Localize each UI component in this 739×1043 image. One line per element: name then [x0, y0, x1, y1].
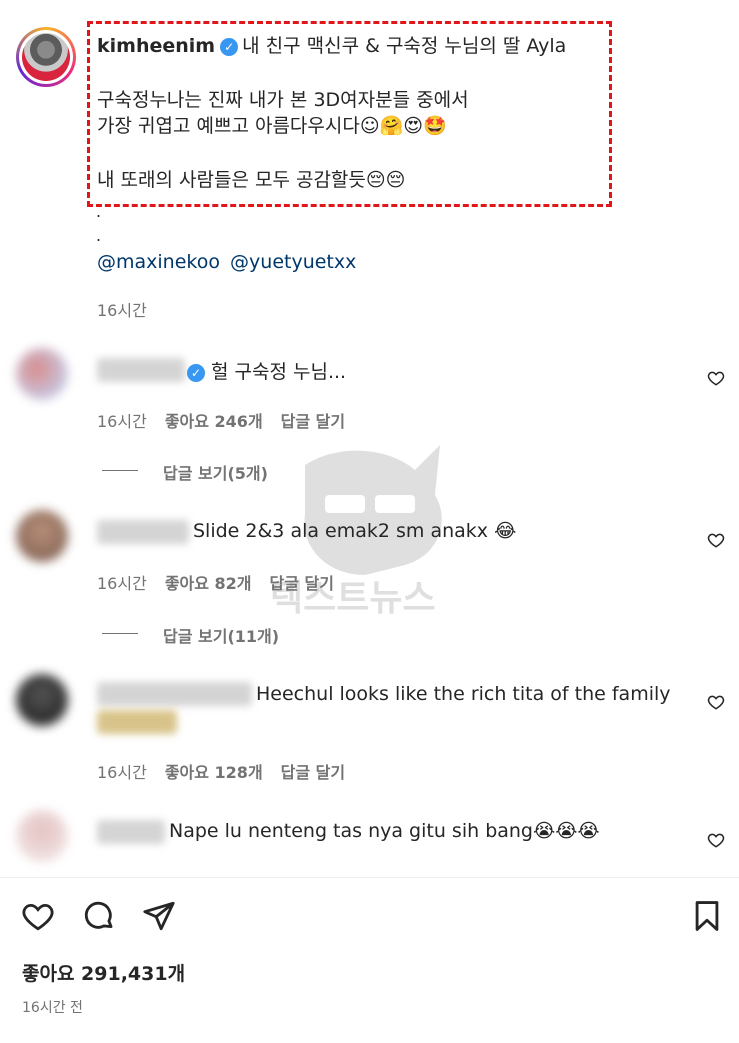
mention-link[interactable]: @yuetyuetxx: [230, 251, 356, 273]
comment-text-blurred: [97, 710, 177, 734]
bookmark-icon[interactable]: [690, 899, 724, 933]
footer-divider: [0, 877, 739, 878]
comment-avatar[interactable]: [16, 810, 68, 862]
comment-time[interactable]: 16시간: [97, 763, 147, 782]
comment-like-heart-icon[interactable]: [707, 693, 725, 711]
reply-button[interactable]: 답글 달기: [270, 574, 334, 593]
caption-line-3: 가장 귀엽고 예쁘고 아름다우시다☺🤗😍🤩: [97, 115, 447, 137]
comment-avatar[interactable]: [16, 348, 68, 400]
comment-body: Nape lu nenteng tas nya gitu sih bang😭😭😭: [169, 820, 600, 842]
share-icon[interactable]: [142, 899, 176, 933]
caption-line-4: 내 또래의 사람들은 모두 공감할듯😔😔: [97, 169, 406, 191]
comment-time[interactable]: 16시간: [97, 574, 147, 593]
comment-meta: 16시간 좋아요 128개 답글 달기: [97, 759, 345, 783]
post-author-username[interactable]: kimheenim: [97, 35, 215, 57]
post-author-avatar[interactable]: [16, 27, 76, 87]
comment-body: Heechul looks like the rich tita of the …: [256, 683, 671, 705]
caption-line-2: 구숙정누나는 진짜 내가 본 3D여자분들 중에서: [97, 89, 469, 111]
comment-username-blurred[interactable]: [97, 358, 185, 382]
post-time-ago[interactable]: 16시간 전: [22, 997, 83, 1017]
comment-likes[interactable]: 좋아요 82개: [165, 574, 252, 593]
comment-body: Slide 2&3 ala emak2 sm anakx 😂: [193, 520, 517, 542]
verified-badge-icon: ✓: [220, 38, 239, 56]
reply-button[interactable]: 답글 달기: [281, 412, 345, 431]
comment-likes[interactable]: 좋아요 246개: [165, 412, 263, 431]
view-replies-button[interactable]: 답글 보기(5개): [163, 460, 268, 484]
reply-button[interactable]: 답글 달기: [281, 763, 345, 782]
comment-like-heart-icon[interactable]: [707, 531, 725, 549]
caption-mentions: @maxinekoo @yuetyuetxx: [97, 251, 360, 273]
comment-avatar[interactable]: [16, 674, 68, 726]
heart-icon[interactable]: [21, 899, 55, 933]
caption-dot: .: [96, 202, 102, 221]
comment-body: 헐 구숙정 누님...: [211, 361, 347, 383]
comment-avatar[interactable]: [16, 510, 68, 562]
verified-badge-icon: ✓: [187, 364, 205, 382]
comment-icon[interactable]: [82, 899, 116, 933]
comment-time[interactable]: 16시간: [97, 412, 147, 431]
mention-link[interactable]: @maxinekoo: [97, 251, 220, 273]
comment-likes[interactable]: 좋아요 128개: [165, 763, 263, 782]
comment-meta: 16시간 좋아요 82개 답글 달기: [97, 570, 334, 594]
caption-dot: .: [96, 226, 102, 245]
replies-divider: [102, 470, 138, 471]
caption-header: kimheenim ✓ 내 친구 맥신쿠 & 구숙정 누님의 딸 Ayla: [97, 33, 566, 59]
post-likes-count[interactable]: 좋아요 291,431개: [22, 959, 185, 986]
post-timestamp[interactable]: 16시간: [97, 297, 147, 321]
comment-username-blurred[interactable]: [97, 520, 189, 544]
comment-meta: 16시간 좋아요 246개 답글 달기: [97, 408, 345, 432]
comment-text: ✓ 헐 구숙정 누님...: [187, 357, 346, 384]
comment-username-blurred[interactable]: [97, 820, 165, 844]
comment-like-heart-icon[interactable]: [707, 369, 725, 387]
view-replies-button[interactable]: 답글 보기(11개): [163, 623, 279, 647]
replies-divider: [102, 633, 138, 634]
comment-like-heart-icon[interactable]: [707, 831, 725, 849]
comment-username-blurred[interactable]: [97, 682, 252, 706]
caption-line-1: 내 친구 맥신쿠 & 구숙정 누님의 딸 Ayla: [242, 35, 567, 57]
